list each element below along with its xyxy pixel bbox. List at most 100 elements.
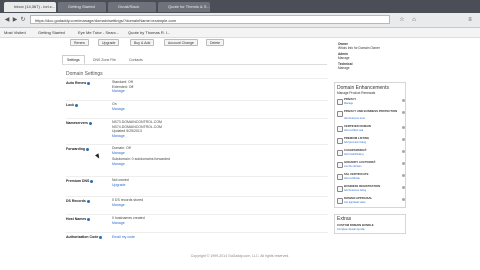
auction-icon [337, 162, 343, 168]
bookmark-quote[interactable]: Quote by Thomas R. I... [128, 29, 170, 36]
appraisal-icon [337, 198, 343, 204]
enhancement-auctions[interactable]: GODADDY AUCTIONS® List this domain [337, 160, 405, 169]
status-icon [402, 138, 405, 141]
enhancements-subtitle: Manage Product Renewals [337, 91, 376, 95]
contact-admin-link[interactable]: Manage [338, 56, 350, 60]
parking-icon [337, 150, 343, 156]
manage-link[interactable]: Manage [112, 162, 170, 167]
help-icon[interactable] [86, 147, 90, 151]
row-value: Standard: Off Extended: Off Manage [112, 80, 134, 94]
extra-custom-bundle[interactable]: CUSTOM DOMAIN BUNDLE Complete domain bund… [337, 223, 405, 232]
manage-link[interactable]: Manage [112, 151, 170, 156]
domain-enhancements-panel: Domain Enhancements Manage Product Renew… [334, 82, 406, 208]
footer-copyright: Copyright © 1999-2014 GoDaddy.com, LLC. … [190, 254, 290, 258]
registration-icon [337, 186, 343, 192]
status-icon [402, 186, 405, 189]
row-value: Not owned Upgrade [112, 178, 129, 187]
status-icon [402, 126, 405, 129]
browser-tab-getting-started[interactable]: Getting Started [58, 2, 106, 12]
row-label: DS Records [66, 199, 90, 203]
tab-dns-zone-file[interactable]: DNS Zone File [88, 55, 121, 64]
help-icon[interactable] [75, 103, 79, 107]
enhancement-certified-domain[interactable]: CERTIFIED DOMAIN Add certified seal [337, 124, 405, 133]
manage-link[interactable]: Manage [112, 107, 125, 112]
row-ds-records: DS Records 0 DS records stored Manage [66, 196, 328, 211]
row-authorization-code: Authorization Code Email my code [66, 232, 328, 243]
enhancement-business-registration[interactable]: BUSINESS REGISTRATION Add business listin… [337, 184, 405, 193]
help-icon[interactable] [89, 121, 92, 125]
row-premium-dns: Premium DNS Not owned Upgrade [66, 176, 328, 191]
contact-owner-link[interactable]: Whois Info for Domain Owner [338, 46, 380, 50]
row-value: NS73.DOMAINCONTROL.COM NS74.DOMAINCONTROL… [112, 120, 162, 138]
help-icon[interactable] [87, 81, 91, 85]
row-label: Authorization Code [66, 235, 103, 239]
status-icon [402, 150, 405, 153]
enhancement-privacy[interactable]: PRIVACY Manage [337, 97, 405, 106]
ssl-icon [337, 174, 343, 180]
menu-icon[interactable]: ≡ [466, 16, 474, 24]
row-auto-renew: Auto Renew Standard: Off Extended: Off Ma… [66, 78, 328, 97]
renew-button[interactable]: Renew [70, 39, 89, 46]
browser-tab-gmail[interactable]: Gmail/Slack [108, 2, 156, 12]
status-icon [402, 111, 405, 114]
help-icon[interactable] [87, 217, 91, 221]
extras-title: Extras [337, 216, 352, 222]
bookmarks-bar: Most Visited Getting Started Eye Me Tuto… [0, 28, 480, 38]
lock-icon [337, 99, 343, 105]
row-forwarding: Forwarding Domain: Off Manage Subdomain:… [66, 144, 328, 173]
manage-link[interactable]: Manage [112, 89, 133, 94]
enhancement-premium-listing[interactable]: PREMIUM LISTING Add premium listing [337, 136, 405, 145]
reload-button[interactable]: ↻ [19, 16, 27, 24]
address-bar[interactable]: https://dcc.godaddy.com/manage/domain/se… [30, 15, 390, 24]
enhancement-appraisal[interactable]: DOMAIN APPRAISAL Get appraisal value [337, 196, 405, 205]
help-icon[interactable] [86, 199, 90, 203]
row-value: Domain: Off Manage Subdomain: 0 subdomai… [112, 146, 170, 166]
email-code-link[interactable]: Email my code [112, 235, 135, 240]
row-label: Auto Renew [66, 81, 91, 85]
upgrade-link[interactable]: Upgrade [112, 183, 129, 188]
browser-tab-inbox[interactable]: Inbox (14,367) - lori.c... [4, 2, 56, 12]
bookmark-getting-started[interactable]: Getting Started [38, 29, 65, 36]
listing-icon [337, 138, 343, 144]
bookmark-eye-me-tutor[interactable]: Eye Me Tutor - Searc... [78, 29, 119, 36]
buy-add-button[interactable]: Buy & Add [130, 39, 155, 46]
tabs-divider [62, 64, 327, 65]
row-nameservers: Nameservers NS73.DOMAINCONTROL.COM NS74.D… [66, 118, 328, 141]
tab-contacts[interactable]: Contacts [124, 55, 148, 64]
bookmark-most-visited[interactable]: Most Visited [4, 29, 26, 36]
home-icon[interactable]: ⌂ [410, 16, 418, 24]
enhancement-cashparking[interactable]: CASHPARKING® Add CashParking [337, 148, 405, 157]
back-button[interactable]: ◀ [3, 16, 11, 24]
extras-panel: Extras CUSTOM DOMAIN BUNDLE Complete doma… [334, 214, 406, 234]
enhancement-business-protection[interactable]: PRIVACY AND BUSINESS PROTECTION Add busin… [337, 109, 405, 120]
enhancement-ssl[interactable]: SSL CERTIFICATE Add certificate [337, 172, 405, 181]
help-icon[interactable] [90, 179, 94, 183]
status-icon [402, 174, 405, 177]
contact-technical-link[interactable]: Manage [338, 66, 350, 70]
manage-link[interactable]: Manage [112, 221, 145, 226]
star-icon[interactable]: ☆ [398, 16, 406, 24]
delete-button[interactable]: Delete [206, 39, 225, 46]
row-value: On Manage [112, 102, 125, 111]
row-lock: Lock On Manage [66, 100, 328, 115]
row-label: Forwarding [66, 147, 90, 151]
manage-link[interactable]: Manage [112, 203, 143, 208]
browser-tab-quote[interactable]: Quote for Themis & S... [158, 2, 210, 12]
tab-settings[interactable]: Settings [62, 55, 85, 64]
row-label: Lock [66, 103, 79, 107]
row-label: Host Names [66, 217, 91, 221]
help-icon[interactable] [99, 235, 103, 239]
row-label: Nameservers [66, 121, 92, 125]
row-label: Premium DNS [66, 179, 94, 183]
browser-tab-bar: Inbox (14,367) - lori.c... Getting Start… [0, 0, 480, 13]
shield-icon [337, 111, 343, 117]
status-icon [402, 99, 405, 102]
forward-button[interactable]: ▶ [11, 16, 19, 24]
status-icon [402, 162, 405, 165]
upgrade-button[interactable]: Upgrade [98, 39, 120, 46]
account-change-button[interactable]: Account Change [164, 39, 198, 46]
row-value: 0 DS records stored Manage [112, 198, 144, 208]
manage-link[interactable]: Manage [112, 134, 162, 139]
row-host-names: Host Names 0 hostnames created Manage [66, 214, 328, 229]
certificate-icon [337, 126, 343, 132]
